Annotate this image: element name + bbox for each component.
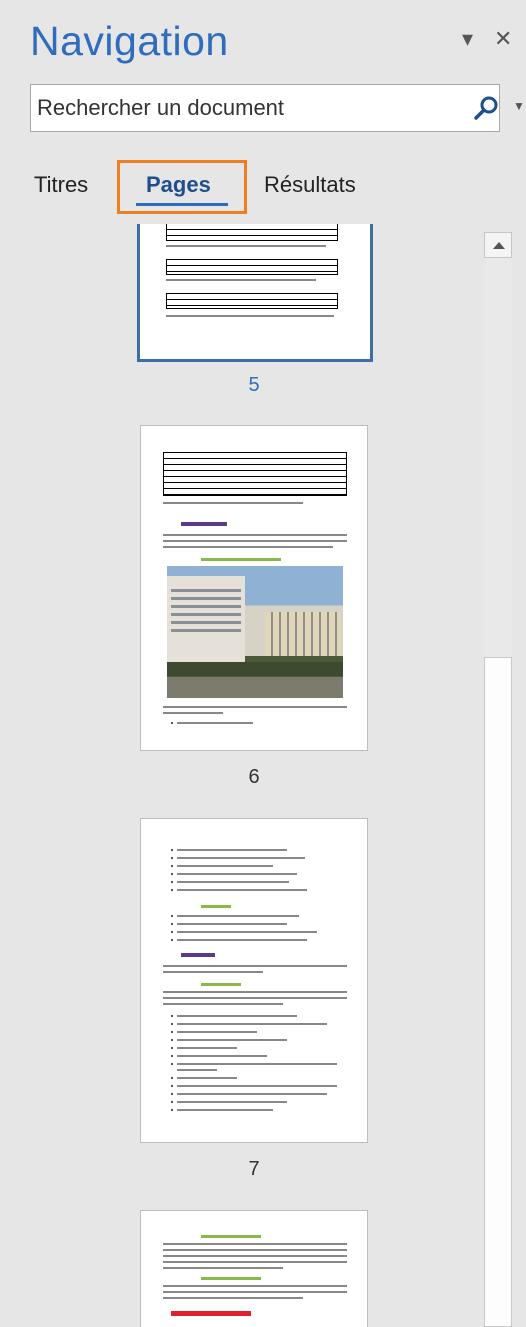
thumbnail-heading — [171, 1311, 251, 1316]
page-thumbnail[interactable] — [140, 425, 368, 751]
tab-titres[interactable]: Titres — [34, 172, 88, 198]
search-box: ▼ — [30, 84, 525, 132]
search-input[interactable] — [37, 85, 437, 131]
page-thumbnails-list: 5 6 7 — [0, 224, 482, 1327]
thumbnail-heading — [181, 522, 227, 526]
thumbnail-table — [163, 452, 347, 496]
page-number: 7 — [248, 1158, 260, 1180]
tab-pages-label: Pages — [146, 172, 211, 197]
page-number: 6 — [248, 766, 260, 788]
pane-options-icon[interactable]: ▾ — [462, 26, 473, 52]
active-tab-indicator — [136, 203, 228, 206]
thumbnail-table — [166, 293, 338, 309]
page-thumbnail[interactable] — [140, 818, 368, 1143]
chevron-down-icon[interactable]: ▼ — [513, 99, 525, 113]
thumbnail-heading — [181, 953, 215, 957]
tab-resultats[interactable]: Résultats — [264, 172, 356, 198]
pane-title: Navigation — [30, 18, 229, 64]
close-icon[interactable]: ✕ — [494, 26, 512, 52]
page-thumbnail[interactable] — [140, 1210, 368, 1327]
thumbnail-table — [166, 224, 338, 241]
thumbnail-table — [166, 259, 338, 275]
building-photo — [167, 566, 343, 698]
search-icon[interactable] — [471, 95, 501, 121]
page-thumbnail[interactable] — [137, 224, 373, 362]
scrollbar-thumb[interactable] — [484, 657, 512, 1327]
page-number: 5 — [248, 374, 260, 396]
scroll-up-button[interactable] — [484, 232, 512, 258]
